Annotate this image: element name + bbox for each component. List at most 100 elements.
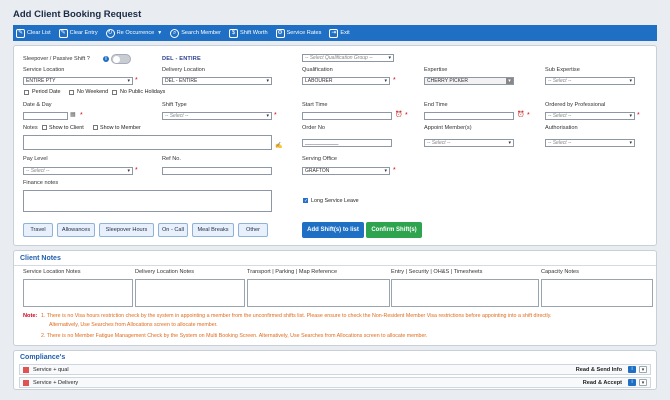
- authorisation-select[interactable]: -- Select --: [545, 139, 635, 147]
- qualification-group-select[interactable]: -- Select Qualification Group --: [302, 54, 394, 62]
- order-no-label: Order No: [302, 125, 326, 131]
- divider: [14, 265, 656, 266]
- finance-notes-textarea[interactable]: [23, 190, 272, 212]
- no-weekend-checkbox[interactable]: [69, 90, 74, 95]
- clock-icon[interactable]: ⏰: [517, 111, 524, 118]
- exit-button[interactable]: ⇥ Exit: [329, 28, 350, 38]
- info-icon[interactable]: i: [628, 379, 636, 386]
- required-marker: *: [393, 77, 396, 84]
- date-input[interactable]: [23, 112, 68, 120]
- compliance-row-label: Service + Delivery: [33, 380, 79, 386]
- start-time-label: Start Time: [302, 102, 328, 108]
- chevron-down-icon: ▾: [506, 78, 513, 84]
- refresh-icon: ↻: [105, 28, 115, 38]
- note-label: Note:: [23, 313, 38, 319]
- service-location-select[interactable]: ENTIRE PTY: [23, 77, 133, 85]
- service-location-notes-box[interactable]: [23, 279, 133, 307]
- compliance-row[interactable]: Service + Delivery Read & Accept i ▾: [19, 377, 651, 388]
- booking-form: Sleepover / Passive Shift ? i DEL - ENTI…: [13, 45, 657, 246]
- add-shifts-button[interactable]: Add Shift(s) to list: [302, 222, 364, 238]
- client-notes-panel: Client Notes Service Location Notes Deli…: [13, 250, 657, 346]
- sub-expertise-select[interactable]: -- Select --: [545, 77, 635, 85]
- compliance-panel: Compliance's Service + qual Read & Send …: [13, 350, 657, 390]
- delivery-location-banner: DEL - ENTIRE: [162, 56, 201, 62]
- re-occurrence-button[interactable]: ↻ Re Occurrence ▼: [105, 28, 163, 38]
- chevron-down-icon[interactable]: ▾: [639, 379, 647, 386]
- clear-list-icon: ✎: [16, 28, 25, 38]
- end-time-input[interactable]: [424, 112, 514, 120]
- show-to-member-checkbox[interactable]: [93, 125, 98, 130]
- other-button[interactable]: Other: [238, 223, 268, 237]
- chevron-down-icon: ▼: [157, 30, 163, 36]
- info-icon[interactable]: i: [103, 56, 109, 62]
- serving-office-select[interactable]: GRAFTON: [302, 167, 390, 175]
- toolbar: ✎ Clear List ✎ Clear Entry ↻ Re Occurrence ▼…: [13, 25, 657, 41]
- qualification-select[interactable]: LABOURER: [302, 77, 390, 85]
- delivery-location-select[interactable]: DEL - ENTIRE: [162, 77, 272, 85]
- authorisation-label: Authorisation: [545, 125, 578, 131]
- on-call-button[interactable]: On - Call: [158, 223, 188, 237]
- exit-icon: ⇥: [329, 28, 339, 38]
- travel-button[interactable]: Travel: [23, 223, 53, 237]
- service-location-label: Service Location: [23, 67, 65, 73]
- compliance-title: Compliance's: [20, 354, 66, 361]
- required-marker: *: [135, 77, 138, 84]
- calendar-icon[interactable]: ▦: [70, 111, 76, 118]
- page-title: Add Client Booking Request: [13, 9, 142, 20]
- sleepover-toggle[interactable]: [111, 54, 131, 64]
- period-date-label: Period Date: [32, 89, 61, 95]
- period-date-checkbox[interactable]: [24, 90, 29, 95]
- signature-icon[interactable]: ✍: [275, 142, 282, 149]
- chevron-down-icon[interactable]: ▾: [639, 366, 647, 373]
- shift-type-select[interactable]: -- Select --: [162, 112, 272, 120]
- entry-security-notes-header: Entry | Security | OH&S | Timesheets: [391, 269, 483, 275]
- entry-security-notes-box[interactable]: [391, 279, 539, 307]
- pay-level-select[interactable]: -- Select --: [23, 167, 133, 175]
- transport-notes-box[interactable]: [247, 279, 390, 307]
- order-no-input[interactable]: ____________: [302, 139, 392, 147]
- delivery-location-notes-box[interactable]: [135, 279, 245, 307]
- sleepover-hours-button[interactable]: Sleepover Hours: [99, 223, 154, 237]
- appoint-members-select[interactable]: -- Select --: [424, 139, 514, 147]
- ordered-by-select[interactable]: -- Select --: [545, 112, 635, 120]
- info-icon[interactable]: i: [628, 366, 636, 373]
- note-text: 2. There is no Member Fatigue Management…: [41, 333, 428, 339]
- ref-no-input[interactable]: [162, 167, 272, 175]
- meal-breaks-button[interactable]: Meal Breaks: [192, 223, 234, 237]
- search-member-button[interactable]: ⌕ Search Member: [170, 28, 221, 38]
- service-rates-button[interactable]: ⚙ Service Rates: [275, 28, 321, 38]
- compliance-row-action: Read & Send Info: [575, 367, 622, 373]
- shift-worth-button[interactable]: $ Shift Worth: [229, 28, 268, 38]
- no-public-holidays-label: No Public Holidays: [120, 89, 166, 95]
- rates-icon: ⚙: [275, 28, 285, 38]
- delivery-location-label: Delivery Location: [162, 67, 205, 73]
- required-marker: *: [274, 112, 277, 119]
- ref-no-label: Ref No.: [162, 156, 181, 162]
- expertise-select[interactable]: CHERRY PICKER ▾: [424, 77, 514, 85]
- notes-textarea[interactable]: [23, 135, 272, 150]
- sub-expertise-label: Sub Expertise: [545, 67, 580, 73]
- capacity-notes-box[interactable]: [541, 279, 653, 307]
- compliance-row[interactable]: Service + qual Read & Send Info i ▾: [19, 364, 651, 375]
- clear-list-button[interactable]: ✎ Clear List: [16, 28, 51, 38]
- allowances-button[interactable]: Allowances: [57, 223, 95, 237]
- required-marker: *: [637, 112, 640, 119]
- show-to-client-label: Show to Client: [49, 125, 84, 131]
- long-service-leave-checkbox[interactable]: [303, 198, 308, 204]
- clear-entry-button[interactable]: ✎ Clear Entry: [58, 28, 98, 38]
- date-day-label: Date & Day: [23, 102, 52, 108]
- required-marker: *: [80, 112, 83, 119]
- no-public-holidays-checkbox[interactable]: [112, 90, 117, 95]
- clear-entry-icon: ✎: [58, 28, 68, 38]
- service-location-notes-header: Service Location Notes: [23, 269, 81, 275]
- start-time-input[interactable]: [302, 112, 392, 120]
- show-to-client-checkbox[interactable]: [42, 125, 47, 130]
- confirm-shifts-button[interactable]: Confirm Shift(s): [366, 222, 422, 238]
- appoint-members-label: Appoint Member(s): [424, 125, 472, 131]
- expertise-label: Expertise: [424, 67, 448, 73]
- compliance-row-action: Read & Accept: [582, 380, 622, 386]
- compliance-row-label: Service + qual: [33, 367, 69, 373]
- clock-icon[interactable]: ⏰: [395, 111, 402, 118]
- status-square-icon: [23, 380, 29, 386]
- search-icon: ⌕: [170, 28, 180, 38]
